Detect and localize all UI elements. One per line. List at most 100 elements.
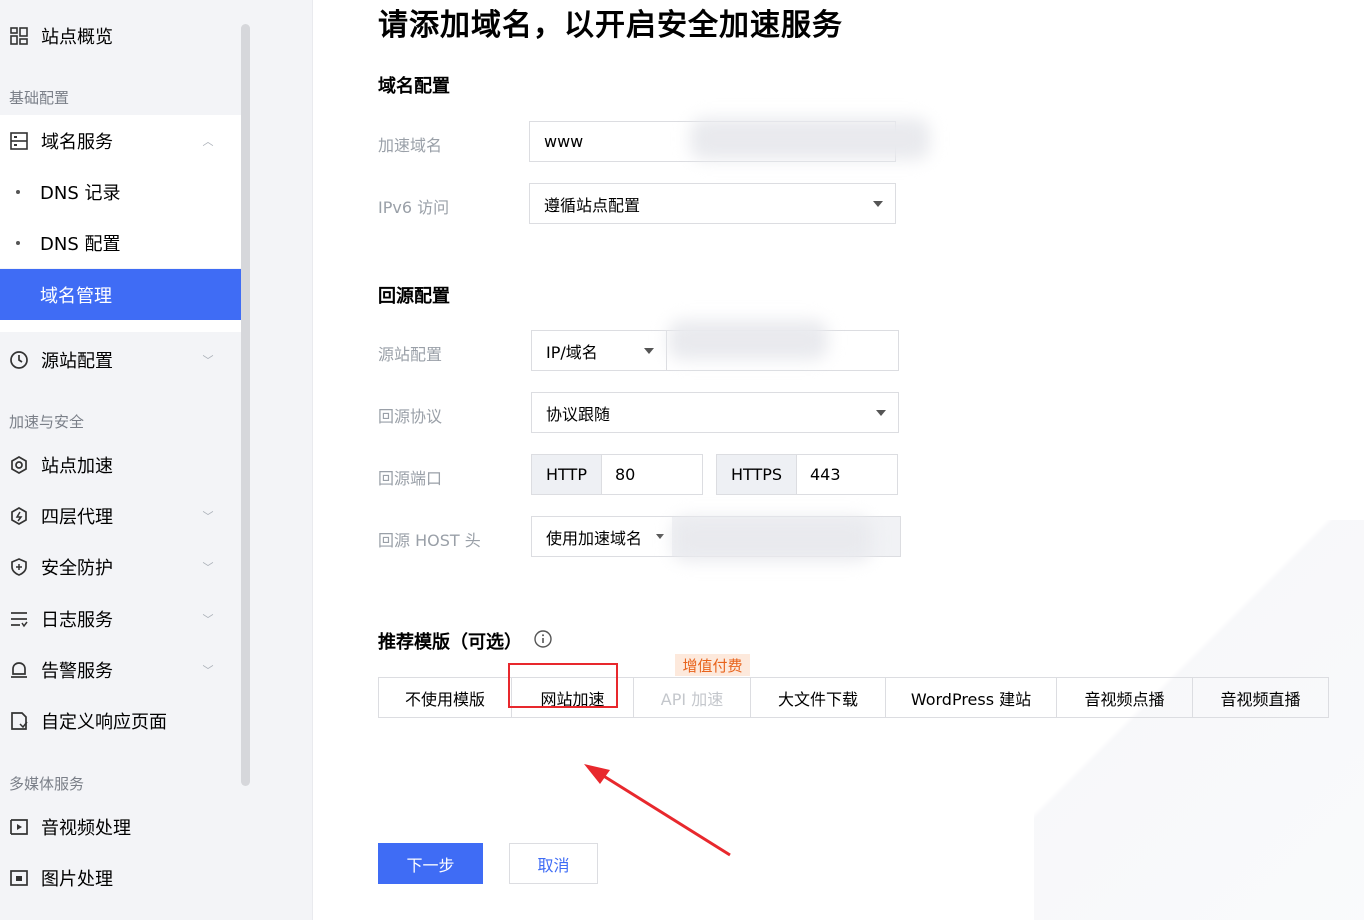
section-label-basic: 基础配置 xyxy=(9,89,70,107)
cancel-button[interactable]: 取消 xyxy=(509,843,598,884)
redacted-area xyxy=(672,517,872,561)
chevron-up-icon: ︿ xyxy=(202,134,214,148)
target-icon xyxy=(9,455,29,475)
sidebar-item-domain-service[interactable]: 域名服务 ︿ xyxy=(0,115,241,166)
chevron-down-icon: ﹀ xyxy=(202,509,214,523)
https-port-group: HTTPS 443 xyxy=(716,454,898,495)
template-section-label: 推荐模版（可选） xyxy=(378,632,522,653)
sidebar-item-label: DNS 记录 xyxy=(40,182,121,204)
chevron-down-icon: ﹀ xyxy=(202,560,214,574)
image-icon xyxy=(9,868,29,888)
origin-protocol-select[interactable]: 协议跟随 xyxy=(531,392,899,433)
page-icon xyxy=(9,711,29,731)
sidebar-item-label: 音视频处理 xyxy=(41,817,131,839)
origin-site-label: 源站配置 xyxy=(378,345,443,364)
next-button[interactable]: 下一步 xyxy=(378,843,483,884)
bullet-icon xyxy=(16,240,20,245)
list-icon xyxy=(9,609,29,629)
sidebar-item-label: 日志服务 xyxy=(41,609,113,631)
sidebar-item-label: 图片处理 xyxy=(41,868,113,890)
accel-domain-value: www xyxy=(544,132,584,151)
sidebar-item-dns-records[interactable]: DNS 记录 xyxy=(0,166,241,217)
caret-down-icon xyxy=(656,534,664,539)
chevron-down-icon: ﹀ xyxy=(202,612,214,626)
template-tab-wordpress[interactable]: WordPress 建站 xyxy=(886,678,1057,717)
redacted-area xyxy=(690,118,930,160)
sidebar-item-label: 四层代理 xyxy=(41,506,113,528)
dashboard-icon xyxy=(9,26,29,46)
sidebar-item-label: 安全防护 xyxy=(41,557,113,579)
sidebar-group-end xyxy=(0,320,241,332)
accel-domain-label: 加速域名 xyxy=(378,136,443,155)
section-title-domain: 域名配置 xyxy=(378,76,450,97)
http-addon: HTTP xyxy=(532,455,602,494)
chevron-down-icon: ﹀ xyxy=(202,353,214,367)
origin-site-type-select[interactable]: IP/域名 xyxy=(532,331,667,370)
sidebar-item-l4-proxy[interactable]: 四层代理 ﹀ xyxy=(0,490,241,541)
sidebar-item-label: 域名管理 xyxy=(40,285,112,307)
sidebar-item-overview[interactable]: 站点概览 xyxy=(0,10,241,61)
sidebar-item-label: 源站配置 xyxy=(41,350,113,372)
sidebar-item-av-processing[interactable]: 音视频处理 xyxy=(0,801,241,852)
origin-site-type-value: IP/域名 xyxy=(546,342,598,362)
bullet-icon xyxy=(16,189,20,194)
http-port-input[interactable]: 80 xyxy=(602,465,635,484)
template-tab-api-accel[interactable]: API 加速 xyxy=(634,678,751,717)
section-label-media: 多媒体服务 xyxy=(9,775,85,793)
bell-icon xyxy=(9,660,29,680)
history-icon xyxy=(9,350,29,370)
template-tab-vod[interactable]: 音视频点播 xyxy=(1057,678,1193,717)
caret-down-icon xyxy=(873,200,883,207)
highlight-box xyxy=(508,663,618,708)
sidebar-item-log-service[interactable]: 日志服务 ﹀ xyxy=(0,593,241,644)
sidebar-item-origin-config[interactable]: 源站配置 ﹀ xyxy=(0,334,241,385)
host-select[interactable]: 使用加速域名 xyxy=(532,517,672,556)
bullet-icon xyxy=(16,292,20,297)
origin-port-label: 回源端口 xyxy=(378,469,443,488)
origin-protocol-value: 协议跟随 xyxy=(546,404,611,424)
https-addon: HTTPS xyxy=(717,455,797,494)
sidebar-item-label: 自定义响应页面 xyxy=(41,711,167,733)
sidebar-item-dns-config[interactable]: DNS 配置 xyxy=(0,217,241,268)
host-label: 回源 HOST 头 xyxy=(378,531,481,550)
caret-down-icon xyxy=(644,347,654,354)
sidebar-item-security[interactable]: 安全防护 ﹀ xyxy=(0,541,241,592)
chevron-down-icon: ﹀ xyxy=(202,663,214,677)
redacted-area xyxy=(668,320,828,360)
shield-icon xyxy=(9,557,29,577)
sidebar-item-image-processing[interactable]: 图片处理 xyxy=(0,852,241,903)
background-decoration xyxy=(1034,520,1364,920)
annotation-arrow xyxy=(584,764,731,857)
sidebar-item-label: 站点概览 xyxy=(41,26,113,48)
host-value: 使用加速域名 xyxy=(546,528,643,548)
server-icon xyxy=(9,131,29,151)
sidebar-item-alert-service[interactable]: 告警服务 ﹀ xyxy=(0,644,241,695)
gutter xyxy=(251,0,313,920)
ipv6-select[interactable]: 遵循站点配置 xyxy=(529,183,896,224)
sidebar-item-label: 站点加速 xyxy=(41,455,113,477)
template-tab-none[interactable]: 不使用模版 xyxy=(379,678,512,717)
sidebar-item-custom-response[interactable]: 自定义响应页面 xyxy=(0,695,241,746)
page-title: 请添加域名，以开启安全加速服务 xyxy=(378,8,843,43)
sidebar-scrollbar[interactable] xyxy=(241,24,250,786)
origin-protocol-label: 回源协议 xyxy=(378,407,443,426)
caret-down-icon xyxy=(876,409,886,416)
section-title-origin: 回源配置 xyxy=(378,286,450,307)
sidebar-item-label: 告警服务 xyxy=(41,660,113,682)
info-icon[interactable] xyxy=(534,629,552,653)
sidebar-item-label: DNS 配置 xyxy=(40,233,121,255)
section-title-template: 推荐模版（可选） xyxy=(378,628,552,654)
section-label-accel: 加速与安全 xyxy=(9,413,85,431)
http-port-group: HTTP 80 xyxy=(531,454,703,495)
sidebar-item-domain-manage[interactable]: 域名管理 xyxy=(0,269,241,320)
sidebar: 站点概览 基础配置 域名服务 ︿ DNS 记录 DNS 配置 域名管理 源站配置… xyxy=(0,0,241,920)
ipv6-value: 遵循站点配置 xyxy=(544,195,641,215)
ipv6-label: IPv6 访问 xyxy=(378,198,450,217)
sidebar-item-more[interactable] xyxy=(0,903,241,920)
template-tab-live[interactable]: 音视频直播 xyxy=(1193,678,1328,717)
video-icon xyxy=(9,817,29,837)
bolt-shield-icon xyxy=(9,506,29,526)
template-tab-large-file[interactable]: 大文件下载 xyxy=(751,678,886,717)
sidebar-item-site-accel[interactable]: 站点加速 xyxy=(0,439,241,490)
https-port-input[interactable]: 443 xyxy=(797,465,841,484)
